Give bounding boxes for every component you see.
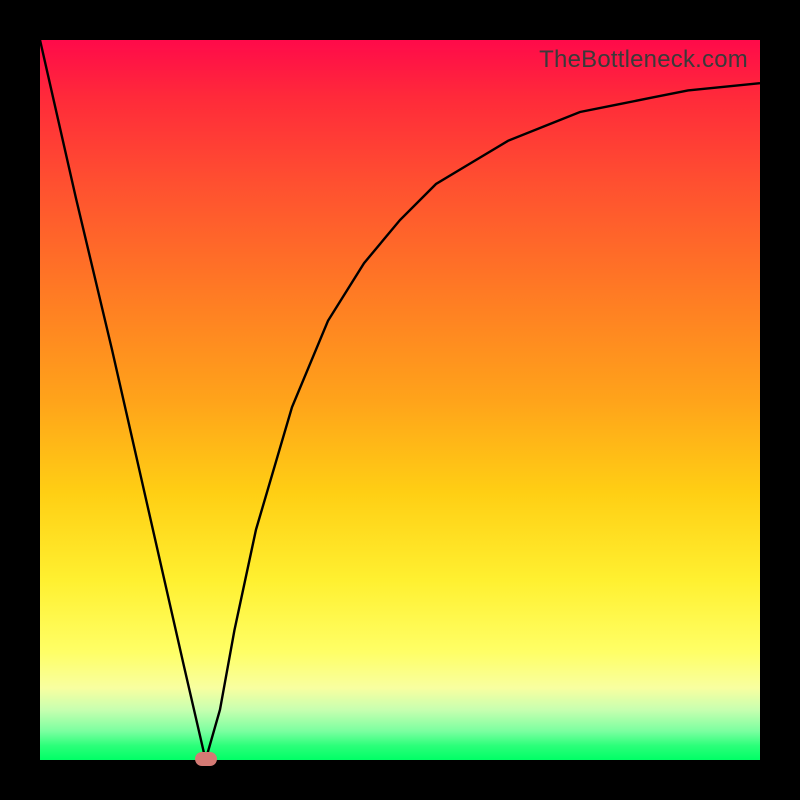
curve-svg	[40, 40, 760, 760]
plot-area: TheBottleneck.com	[40, 40, 760, 760]
chart-frame: TheBottleneck.com	[0, 0, 800, 800]
optimal-marker	[195, 752, 217, 766]
bottleneck-curve-path	[40, 40, 760, 760]
